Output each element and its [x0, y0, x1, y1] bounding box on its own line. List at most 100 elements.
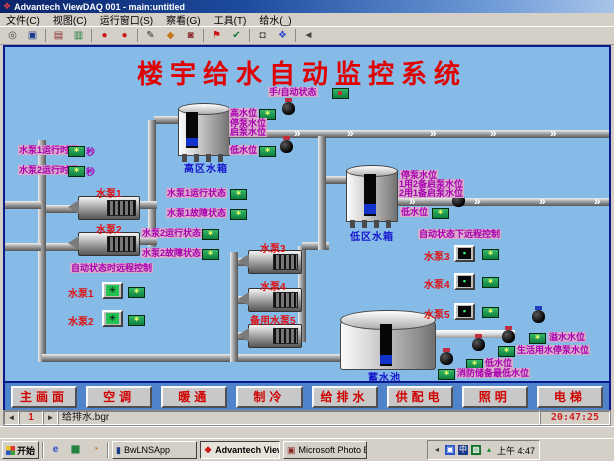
channels-quicklaunch-icon[interactable]: ◔ — [87, 442, 104, 458]
camera-icon[interactable]: ◙ — [181, 28, 200, 44]
menu-goto[interactable]: 察看(G) — [166, 12, 200, 27]
nav-main-button[interactable]: 主画面 — [11, 386, 77, 408]
low-tank-label: 低区水箱 — [350, 228, 394, 243]
start-level-label: 启泵水位 — [229, 127, 267, 137]
menu-tools[interactable]: 工具(T) — [214, 12, 247, 27]
nav-water-supply-button[interactable]: 给排水 — [312, 386, 378, 408]
lowtank-low-level-label: 低水位 — [400, 207, 429, 217]
tank-leg — [362, 220, 367, 228]
pen-icon[interactable]: ✎ — [141, 28, 160, 44]
menu-view[interactable]: 视图(C) — [53, 12, 87, 27]
screen-title: 楼宇给水自动监控系统 — [137, 54, 467, 91]
pump5-control-button[interactable]: ▪ — [454, 303, 475, 320]
key-lock-icon[interactable]: ◘ — [253, 28, 272, 44]
task-bwlnsapp[interactable]: ▮ BwLNSApp — [112, 441, 197, 459]
taskbar-separator — [107, 442, 109, 458]
nav-elevator-button[interactable]: 电梯 — [537, 386, 603, 408]
remote-pump5-label: 水泵5 — [424, 306, 450, 321]
alarm-icon[interactable]: ● — [95, 28, 114, 44]
valve-icon — [440, 352, 453, 365]
pump1-control-button[interactable]: ✳ — [102, 282, 123, 299]
lock-icon[interactable]: ◆ — [161, 28, 180, 44]
desktop-quicklaunch-icon[interactable]: ▦ — [67, 442, 84, 458]
pump2-label: 水泵2 — [96, 221, 122, 236]
pump2-run-status-lamp: ∗ — [202, 229, 219, 240]
pump3-control-button[interactable]: ▪ — [454, 245, 475, 262]
ie-quicklaunch-icon[interactable]: e — [47, 442, 64, 458]
reservoir-label: 蓄水池 — [368, 369, 401, 383]
remote-pump4-label: 水泵4 — [424, 276, 450, 291]
tank-leg — [374, 220, 379, 228]
monitor-icon[interactable]: ▣ — [23, 28, 42, 44]
nav-lighting-button[interactable]: 照明 — [462, 386, 528, 408]
pump2-control-button[interactable]: ✳ — [102, 310, 123, 327]
high-tank-gauge — [186, 112, 198, 148]
menu-bar: 文件(C) 视图(C) 运行窗口(S) 察看(G) 工具(T) 给水(_) — [0, 13, 614, 27]
lowtank-low-level-lamp: ∗ — [432, 208, 449, 219]
menu-run-window[interactable]: 运行窗口(S) — [100, 12, 153, 27]
pump1-run-status-label: 水泵1运行状态 — [166, 188, 227, 198]
alarm-ack-icon[interactable]: ● — [115, 28, 134, 44]
toolbar-separator — [295, 29, 296, 42]
pump-grill — [273, 328, 298, 344]
domestic-stop-level-label: 生活用水停泵水位 — [516, 345, 590, 355]
seconds-label: 秒 — [86, 145, 95, 158]
report-icon[interactable]: ▤ — [49, 28, 68, 44]
pipe — [394, 198, 611, 206]
pump3-control-lamp: ∗ — [482, 249, 499, 260]
check-green-icon[interactable]: ✔ — [227, 28, 246, 44]
taskbar-separator — [42, 442, 44, 458]
volume-icon[interactable]: ◂ — [432, 445, 442, 455]
page-next-button[interactable]: ► — [43, 411, 58, 425]
pump1-label: 水泵1 — [96, 185, 122, 200]
task-photo-editor[interactable]: ▣ Microsoft Photo Editor — [283, 441, 367, 459]
reservoir-low-level-label: 低水位 — [484, 358, 513, 368]
windows-icon[interactable]: ❖ — [273, 28, 292, 44]
remote-pump3-label: 水泵3 — [424, 248, 450, 263]
system-tray: ◂ ▣ 中 ▩ ▴ 上午 4:47 — [427, 440, 540, 460]
hmi-clock: 20:47:25 — [540, 411, 610, 425]
tray-clock: 上午 4:47 — [497, 444, 535, 457]
toolbar-separator — [137, 29, 138, 42]
pump5-control-lamp: ∗ — [482, 307, 499, 318]
title-bar[interactable]: ❖ Advantech ViewDAQ 001 - main:untitled — [0, 0, 614, 13]
pipe — [230, 252, 238, 362]
updown-icon[interactable]: ▴ — [484, 445, 494, 455]
display-tray-icon[interactable]: ▣ — [445, 445, 455, 455]
overflow-level-label: 溢水水位 — [548, 332, 586, 342]
taskbar: 开始 e ▦ ◔ ▮ BwLNSApp ❖ Advantech ViewDAQ … — [0, 438, 614, 461]
toolbar: ◎ ▣ ▤ ▥ ● ● ✎ ◆ ◙ ⚑ ✔ ◘ ❖ ◄ — [0, 27, 614, 45]
nav-strip: 主画面 空调 暖通 制冷 给排水 供配电 照明 电梯 — [3, 383, 611, 410]
pump4-control-button[interactable]: ▪ — [454, 273, 475, 290]
pump1-runtime-value: ∗ — [68, 146, 85, 157]
page-prev-button[interactable]: ◄ — [4, 411, 19, 425]
pipe — [318, 136, 326, 250]
screen-file-name: 给排水.bgr — [58, 411, 540, 425]
nav-hvac-button[interactable]: 暖通 — [161, 386, 227, 408]
flag-red-icon[interactable]: ⚑ — [207, 28, 226, 44]
pump1-control-lamp: ∗ — [128, 287, 145, 298]
flow-arrow-icon: » — [550, 129, 556, 138]
remote-pump1-label: 水泵1 — [68, 285, 94, 300]
task-viewdaq[interactable]: ❖ Advantech ViewDAQ 001 : — [200, 441, 280, 459]
toolbar-separator — [91, 29, 92, 42]
pump-grill — [107, 200, 136, 216]
start-button[interactable]: 开始 — [2, 441, 39, 459]
network-tray-icon[interactable]: ▩ — [471, 445, 481, 455]
search-icon[interactable]: ◎ — [3, 28, 22, 44]
trend-icon[interactable]: ▥ — [69, 28, 88, 44]
hmi-canvas: 楼宇给水自动监控系统 » » » » » » » » » » — [3, 45, 611, 383]
pump2-run-status-label: 水泵2运行状态 — [141, 228, 202, 238]
fire-reserve-level-lamp: ∗ — [438, 369, 455, 380]
menu-water[interactable]: 给水(_) — [259, 12, 291, 27]
valve-icon — [280, 140, 293, 153]
back-arrow-icon[interactable]: ◄ — [299, 28, 318, 44]
flow-arrow-icon: » — [594, 197, 600, 206]
photo-editor-icon: ▣ — [287, 446, 296, 455]
nav-air-conditioning-button[interactable]: 空调 — [86, 386, 152, 408]
menu-file[interactable]: 文件(C) — [6, 12, 40, 27]
ime-icon[interactable]: 中 — [458, 445, 468, 455]
nav-power-button[interactable]: 供配电 — [387, 386, 453, 408]
pump1-fault-status-lamp: ∗ — [230, 209, 247, 220]
nav-cooling-button[interactable]: 制冷 — [236, 386, 302, 408]
